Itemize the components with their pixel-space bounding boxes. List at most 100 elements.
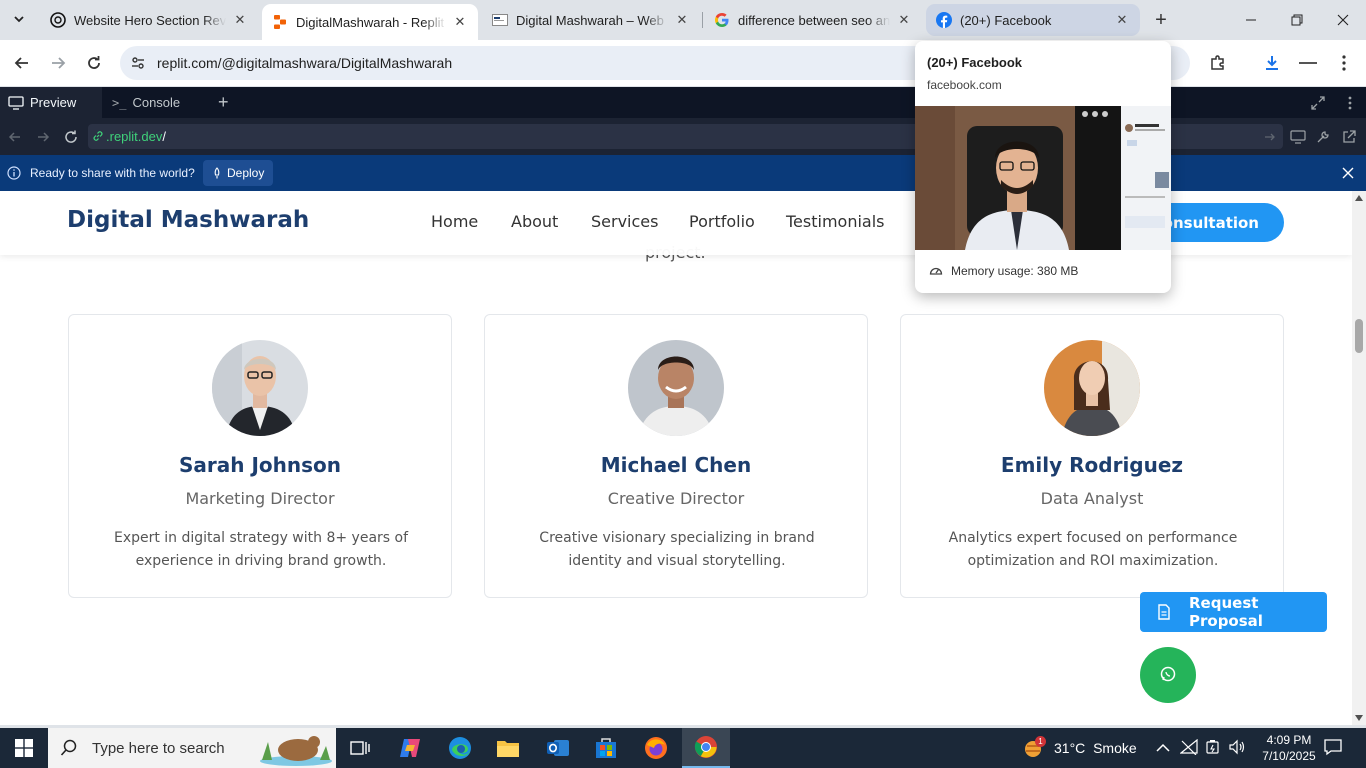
- team-photo: [1044, 340, 1140, 436]
- weather-description: Smoke: [1093, 740, 1137, 756]
- copilot-app[interactable]: [386, 728, 434, 768]
- url-host: .replit.dev: [106, 129, 163, 144]
- tab-console[interactable]: >_ Console: [104, 87, 208, 118]
- rocket-icon: [212, 167, 222, 179]
- preview-scrollbar[interactable]: [1352, 191, 1366, 725]
- tab-separator: [702, 12, 703, 28]
- task-view-button[interactable]: [336, 728, 384, 768]
- close-icon[interactable]: ✕: [1114, 12, 1130, 28]
- notification-icon[interactable]: [1324, 738, 1342, 759]
- weather-temperature: 31°C: [1054, 740, 1086, 756]
- windows-taskbar: Type here to search 1 31°C Smoke 4:09 PM…: [0, 728, 1366, 768]
- nav-home[interactable]: Home: [431, 212, 478, 231]
- chrome-menu-button[interactable]: [1330, 49, 1358, 77]
- tab-search-button[interactable]: [6, 7, 32, 33]
- chevron-up-icon[interactable]: [1156, 740, 1170, 756]
- minimize-button[interactable]: [1228, 0, 1274, 40]
- terminal-icon: >_: [112, 95, 127, 110]
- tab-facebook[interactable]: (20+) Facebook ✕: [926, 4, 1140, 36]
- forward-icon[interactable]: [34, 128, 52, 146]
- plus-icon: +: [1155, 8, 1167, 31]
- tab-google-search[interactable]: difference between seo and ✕: [704, 4, 922, 36]
- open-new-tab-icon[interactable]: [1340, 129, 1358, 145]
- chrome-app[interactable]: [682, 728, 730, 768]
- microsoft-store-app[interactable]: [582, 728, 630, 768]
- team-description: Creative visionary specializing in brand…: [539, 530, 815, 569]
- hover-card-memory: Memory usage: 380 MB: [951, 264, 1079, 278]
- team-card: Sarah Johnson Marketing Director Expert …: [68, 314, 452, 598]
- close-icon[interactable]: ✕: [232, 12, 248, 28]
- site-info-icon[interactable]: [128, 53, 148, 73]
- request-proposal-button[interactable]: Request Proposal: [1140, 592, 1327, 632]
- start-button[interactable]: [0, 728, 48, 768]
- task-view-icon: [350, 741, 370, 755]
- battery-icon[interactable]: [1205, 739, 1221, 758]
- outlook-app[interactable]: [534, 728, 582, 768]
- network-icon[interactable]: [1179, 738, 1198, 758]
- scrollbar-thumb[interactable]: [1355, 319, 1363, 353]
- add-tab-button[interactable]: +: [210, 87, 240, 118]
- taskbar-clock[interactable]: 4:09 PM 7/10/2025: [1254, 732, 1324, 764]
- memory-gauge-icon: [929, 264, 943, 279]
- tab-hover-card: (20+) Facebook facebook.com Memory usage…: [915, 41, 1171, 293]
- scroll-down-icon[interactable]: [1355, 715, 1363, 721]
- go-arrow-icon[interactable]: [1263, 130, 1277, 144]
- edge-app[interactable]: [436, 728, 484, 768]
- hover-card-title: (20+) Facebook: [927, 55, 1023, 70]
- site-logo[interactable]: Digital Mashwarah: [67, 207, 309, 233]
- team-description: Expert in digital strategy with 8+ years…: [113, 530, 409, 569]
- close-window-button[interactable]: [1320, 0, 1366, 40]
- team-photo: [212, 340, 308, 436]
- arrow-left-icon: [14, 57, 28, 69]
- extensions-button[interactable]: [1204, 49, 1232, 77]
- devtools-wrench-icon[interactable]: [1314, 129, 1332, 145]
- nav-services[interactable]: Services: [591, 212, 658, 231]
- expand-icon[interactable]: [1308, 95, 1328, 111]
- firefox-app[interactable]: [632, 728, 680, 768]
- devices-icon[interactable]: [1289, 129, 1307, 145]
- restore-button[interactable]: [1274, 0, 1320, 40]
- nav-testimonials[interactable]: Testimonials: [786, 212, 885, 231]
- replit-icon: [272, 14, 288, 30]
- forward-button[interactable]: [44, 49, 72, 77]
- folder-icon: [497, 741, 519, 757]
- tab-digital-mashwarah-web[interactable]: Digital Mashwarah – Web Design ✕: [482, 4, 700, 36]
- speaker-icon[interactable]: [1228, 739, 1246, 758]
- nav-portfolio[interactable]: Portfolio: [689, 212, 755, 231]
- weather-readout[interactable]: 31°C Smoke: [1054, 740, 1137, 756]
- close-icon[interactable]: ✕: [674, 12, 690, 28]
- new-tab-button[interactable]: +: [1148, 8, 1174, 32]
- close-icon[interactable]: [1341, 166, 1355, 180]
- chrome-icon: [694, 736, 717, 758]
- team-role: Data Analyst: [1040, 489, 1144, 508]
- kebab-icon: [1342, 55, 1346, 71]
- back-icon[interactable]: [6, 128, 24, 146]
- nav-about[interactable]: About: [511, 212, 558, 231]
- tab-title: difference between seo and: [738, 12, 890, 28]
- profile-icon: [1299, 62, 1317, 64]
- url-path: /: [162, 129, 166, 144]
- back-button[interactable]: [8, 49, 36, 77]
- download-icon: [1266, 56, 1278, 70]
- close-icon[interactable]: ✕: [896, 12, 912, 28]
- team-role: Marketing Director: [185, 489, 335, 508]
- downloads-button[interactable]: [1258, 49, 1286, 77]
- preview-url-text: .replit.dev/: [106, 129, 166, 144]
- arrow-right-icon: [52, 57, 66, 69]
- profile-button[interactable]: [1294, 49, 1322, 77]
- tab-digitalmashwarah-replit[interactable]: DigitalMashwarah - Replit ✕: [262, 4, 478, 40]
- deploy-message: Ready to share with the world?: [30, 166, 195, 180]
- scroll-up-icon[interactable]: [1355, 195, 1363, 201]
- deploy-button[interactable]: Deploy: [203, 160, 274, 186]
- taskbar-search[interactable]: Type here to search: [48, 728, 336, 768]
- reload-icon[interactable]: [62, 128, 80, 146]
- tab-website-hero[interactable]: Website Hero Section Review ✕: [40, 4, 258, 36]
- chevron-down-icon: [13, 13, 25, 28]
- close-icon[interactable]: ✕: [452, 14, 468, 30]
- file-explorer-app[interactable]: [484, 728, 532, 768]
- chat-button[interactable]: [1140, 647, 1196, 703]
- copilot-icon: [400, 739, 420, 757]
- tab-preview[interactable]: Preview: [0, 87, 102, 118]
- more-icon[interactable]: [1340, 95, 1360, 111]
- reload-button[interactable]: [80, 49, 108, 77]
